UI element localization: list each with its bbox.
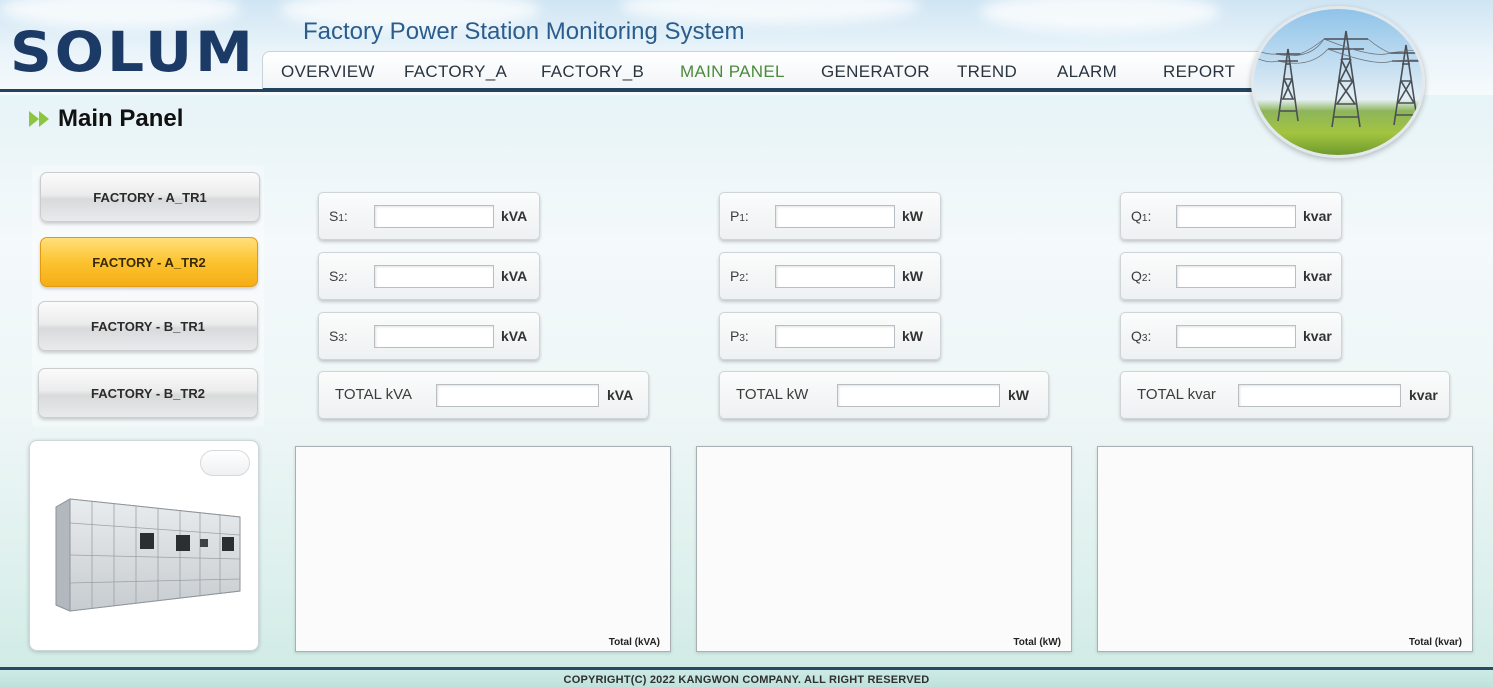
total-kvar-label: TOTAL kvar (1137, 386, 1216, 403)
q1-field[interactable] (1176, 205, 1296, 228)
total-kvar-field[interactable] (1238, 384, 1401, 407)
kw-chart-caption: Total (kW) (1013, 637, 1061, 648)
page-title-wrap: Main Panel (28, 105, 183, 133)
page-title: Main Panel (58, 105, 184, 132)
s1-unit: kVA (501, 208, 528, 224)
q3-unit: kvar (1303, 328, 1332, 344)
nav-generator[interactable]: GENERATOR (821, 62, 930, 82)
q1-box: Q1: kvar (1120, 192, 1342, 240)
copyright-text: COPYRIGHT(C) 2022 KANGWON COMPANY. ALL R… (563, 674, 930, 686)
kw-chart-panel: Total (kW) (696, 446, 1072, 652)
s3-field[interactable] (374, 325, 494, 348)
s1-box: S1: kVA (318, 192, 540, 240)
switchgear-cabinet-icon (55, 498, 241, 612)
nav-factory-a[interactable]: FACTORY_A (404, 62, 507, 82)
q3-field[interactable] (1176, 325, 1296, 348)
q1-label: Q1: (1131, 208, 1152, 224)
q2-field[interactable] (1176, 265, 1296, 288)
total-kw-box: TOTAL kW kW (719, 371, 1049, 419)
app-title: Factory Power Station Monitoring System (303, 18, 745, 45)
factory-a-tr1-button[interactable]: FACTORY - A_TR1 (40, 172, 260, 222)
q3-label: Q3: (1131, 328, 1152, 344)
brand-logo: SOLUM (10, 19, 256, 85)
s2-field[interactable] (374, 265, 494, 288)
kvar-chart-panel: Total (kvar) (1097, 446, 1473, 652)
q2-box: Q2: kvar (1120, 252, 1342, 300)
p2-field[interactable] (775, 265, 895, 288)
p3-box: P3: kW (719, 312, 941, 360)
p1-box: P1: kW (719, 192, 941, 240)
power-tower-icon (1254, 30, 1422, 128)
total-kva-box: TOTAL kVA kVA (318, 371, 649, 419)
s2-box: S2: kVA (318, 252, 540, 300)
p1-label: P1: (730, 208, 749, 224)
total-kw-field[interactable] (837, 384, 1000, 407)
nav-trend[interactable]: TREND (957, 62, 1017, 82)
p2-box: P2: kW (719, 252, 941, 300)
nav-report[interactable]: REPORT (1163, 62, 1235, 82)
nav-alarm[interactable]: ALARM (1057, 62, 1117, 82)
total-kvar-unit: kvar (1409, 387, 1438, 403)
factory-a-tr2-button[interactable]: FACTORY - A_TR2 (40, 237, 258, 287)
p3-field[interactable] (775, 325, 895, 348)
footer: COPYRIGHT(C) 2022 KANGWON COMPANY. ALL R… (0, 667, 1493, 687)
total-kw-label: TOTAL kW (736, 386, 809, 403)
s1-field[interactable] (374, 205, 494, 228)
s2-unit: kVA (501, 268, 528, 284)
kva-chart-caption: Total (kVA) (608, 637, 660, 648)
s1-label: S1: (329, 208, 348, 224)
nav-overview[interactable]: OVERVIEW (281, 62, 375, 82)
nav-factory-b[interactable]: FACTORY_B (541, 62, 644, 82)
status-indicator (200, 450, 250, 476)
q2-unit: kvar (1303, 268, 1332, 284)
factory-b-tr1-button[interactable]: FACTORY - B_TR1 (38, 301, 258, 351)
total-kva-field[interactable] (436, 384, 599, 407)
header-cloud (980, 0, 1220, 32)
kvar-chart-caption: Total (kvar) (1408, 637, 1462, 648)
s2-label: S2: (329, 268, 348, 284)
q3-box: Q3: kvar (1120, 312, 1342, 360)
p1-unit: kW (902, 208, 923, 224)
total-kva-unit: kVA (607, 387, 634, 403)
q1-unit: kvar (1303, 208, 1332, 224)
double-arrow-icon (29, 111, 49, 127)
factory-b-tr2-button[interactable]: FACTORY - B_TR2 (38, 368, 258, 418)
total-kva-label: TOTAL kVA (335, 386, 412, 403)
nav-main-panel[interactable]: MAIN PANEL (680, 62, 785, 82)
header-divider (0, 89, 1260, 92)
power-tower-image (1251, 6, 1425, 158)
equipment-image-panel (29, 440, 259, 651)
s3-label: S3: (329, 328, 348, 344)
p1-field[interactable] (775, 205, 895, 228)
s3-unit: kVA (501, 328, 528, 344)
p2-label: P2: (730, 268, 749, 284)
p3-unit: kW (902, 328, 923, 344)
p3-label: P3: (730, 328, 749, 344)
total-kvar-box: TOTAL kvar kvar (1120, 371, 1450, 419)
p2-unit: kW (902, 268, 923, 284)
q2-label: Q2: (1131, 268, 1152, 284)
kva-chart-panel: Total (kVA) (295, 446, 671, 652)
s3-box: S3: kVA (318, 312, 540, 360)
total-kw-unit: kW (1008, 387, 1029, 403)
